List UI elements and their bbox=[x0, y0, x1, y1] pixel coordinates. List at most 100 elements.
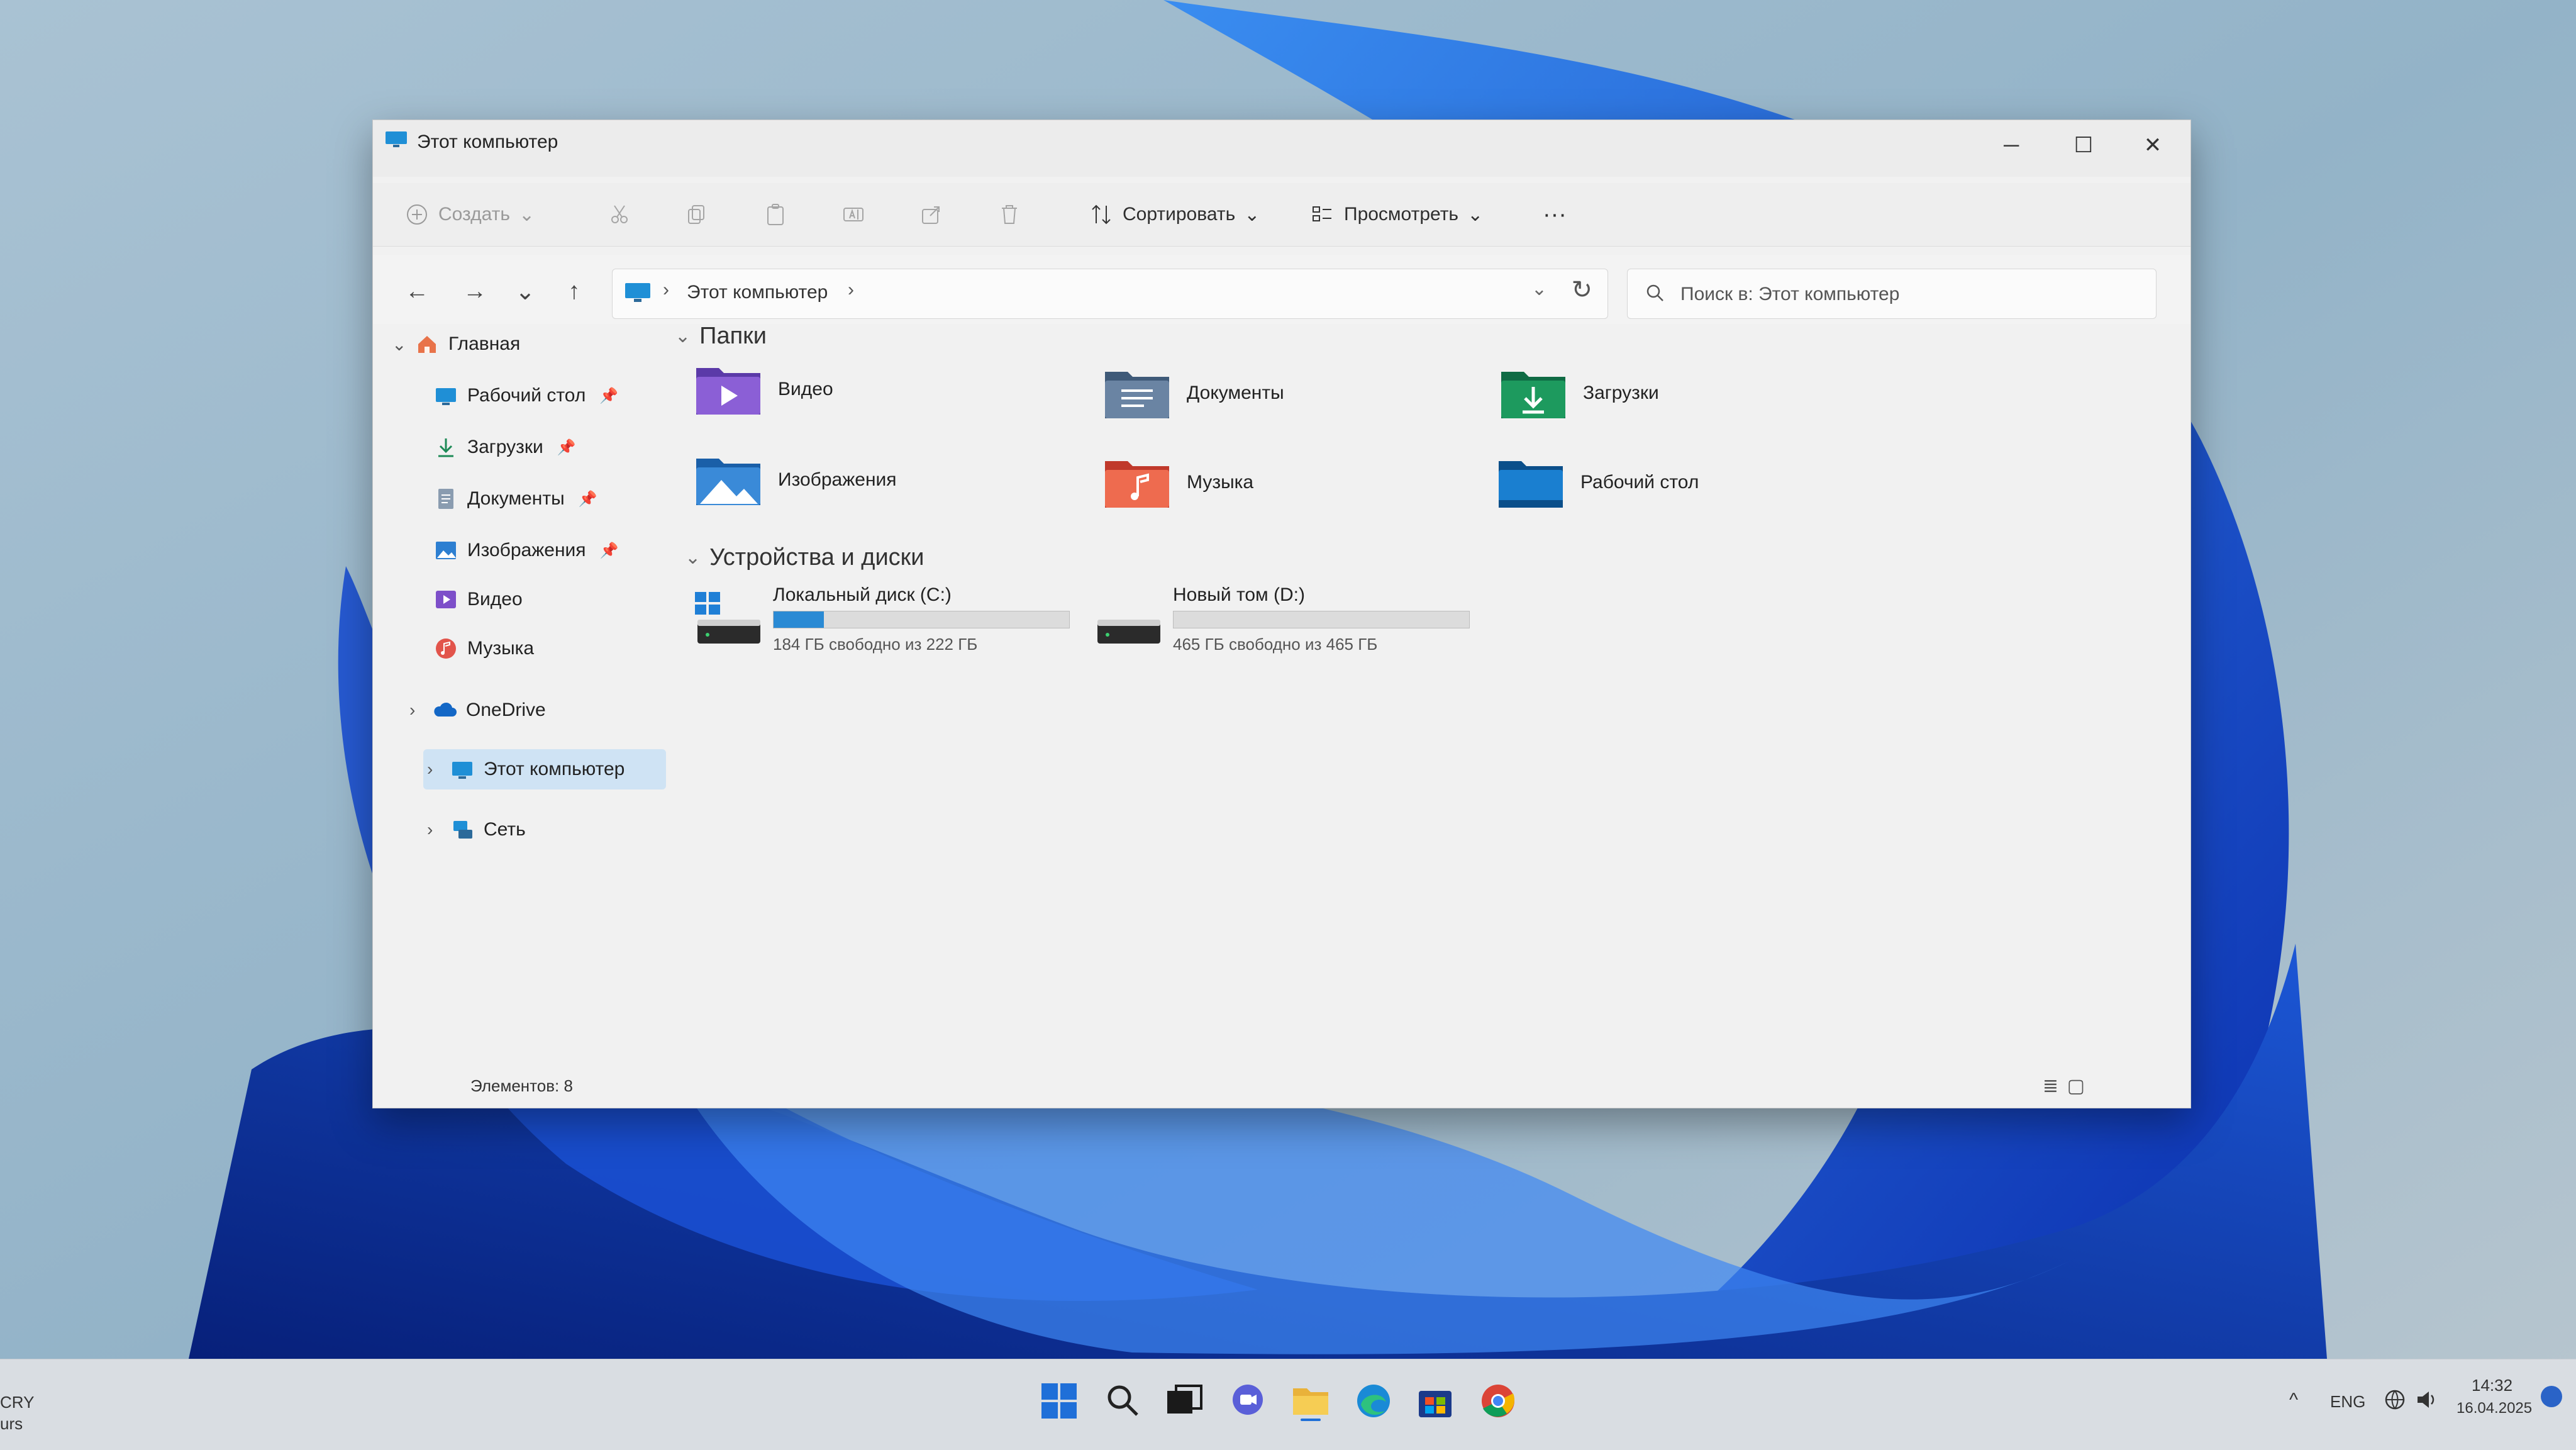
copy-icon bbox=[688, 205, 704, 224]
folder-videos[interactable]: Видео bbox=[694, 359, 833, 420]
devices-header-label: Устройства и диски bbox=[709, 544, 924, 571]
more-button[interactable]: ··· bbox=[1543, 197, 1567, 232]
breadcrumb-separator[interactable]: › bbox=[848, 279, 854, 301]
sidebar-item-videos[interactable]: Видео bbox=[433, 579, 523, 620]
sidebar-item-desktop[interactable]: Рабочий стол 📌 bbox=[433, 376, 618, 416]
sort-icon bbox=[1092, 204, 1111, 225]
back-button[interactable]: ← bbox=[399, 274, 435, 309]
breadcrumb-this-pc[interactable]: Этот компьютер bbox=[687, 282, 828, 303]
folder-music[interactable]: Музыка bbox=[1102, 452, 1253, 513]
drive-name: Новый том (D:) bbox=[1173, 584, 1305, 605]
sidebar-item-network[interactable]: › Сеть bbox=[427, 810, 526, 850]
search-box[interactable] bbox=[1627, 269, 2157, 319]
sidebar-item-documents[interactable]: Документы 📌 bbox=[433, 479, 597, 519]
folder-label: Видео bbox=[778, 379, 833, 399]
network-icon bbox=[453, 821, 472, 839]
computer-icon bbox=[452, 762, 472, 779]
pin-icon[interactable]: 📌 bbox=[557, 438, 576, 457]
search-button[interactable] bbox=[1102, 1380, 1145, 1422]
pin-icon[interactable]: 📌 bbox=[599, 387, 618, 405]
chevron-down-icon[interactable]: ⌄ bbox=[685, 547, 701, 569]
rename-button[interactable] bbox=[841, 197, 866, 232]
command-bar: Создать ⌄ Сортировать ⌄ Просмотреть ⌄ ··… bbox=[373, 183, 2190, 247]
file-explorer-taskbar-button[interactable] bbox=[1289, 1380, 1332, 1422]
corner-text-line: CRY bbox=[0, 1393, 35, 1412]
chevron-down-icon[interactable]: ⌄ bbox=[392, 334, 414, 355]
maximize-button[interactable]: ☐ bbox=[2058, 128, 2109, 163]
chevron-right-icon[interactable]: › bbox=[427, 820, 450, 840]
refresh-button[interactable]: ↻ bbox=[1571, 276, 1592, 304]
notification-icon[interactable] bbox=[2541, 1386, 2562, 1407]
drive-c[interactable]: Локальный диск (C:) 184 ГБ свободно из 2… bbox=[694, 584, 1096, 660]
up-button[interactable]: ↑ bbox=[557, 274, 592, 309]
folder-downloads[interactable]: Загрузки bbox=[1499, 363, 1659, 423]
pictures-folder-icon bbox=[696, 459, 760, 505]
details-view-button[interactable]: ≣ bbox=[2043, 1075, 2058, 1097]
delete-button[interactable] bbox=[997, 197, 1022, 232]
devices-group-header[interactable]: ⌄ Устройства и диски bbox=[685, 544, 924, 571]
minimize-button[interactable]: ─ bbox=[1986, 128, 2036, 163]
drive-d[interactable]: Новый том (D:) 465 ГБ свободно из 465 ГБ bbox=[1094, 584, 1496, 660]
view-icon bbox=[1313, 206, 1331, 221]
volume-icon[interactable] bbox=[2414, 1387, 2439, 1412]
recent-locations-button[interactable]: ⌄ bbox=[508, 274, 543, 309]
downloads-folder-icon bbox=[1501, 372, 1565, 418]
network-icon[interactable] bbox=[2382, 1387, 2407, 1412]
sidebar-item-label: Музыка bbox=[467, 638, 535, 659]
drive-free-space: 465 ГБ свободно из 465 ГБ bbox=[1173, 635, 1378, 654]
search-input[interactable] bbox=[1679, 278, 2141, 311]
paste-button[interactable] bbox=[763, 197, 788, 232]
address-history-dropdown[interactable]: ⌄ bbox=[1531, 278, 1547, 300]
start-button[interactable] bbox=[1038, 1380, 1080, 1422]
cloud-icon bbox=[434, 702, 457, 717]
sidebar-item-music[interactable]: Музыка bbox=[433, 628, 534, 669]
task-view-button[interactable] bbox=[1162, 1380, 1205, 1422]
computer-icon bbox=[625, 283, 650, 302]
music-folder-icon bbox=[1105, 461, 1169, 508]
music-icon bbox=[436, 639, 456, 659]
sidebar-item-this-pc[interactable]: › Этот компьютер bbox=[423, 749, 666, 789]
trash-icon bbox=[1002, 205, 1017, 224]
show-hidden-icons-button[interactable]: ^ bbox=[2289, 1390, 2298, 1411]
clock-time[interactable]: 14:32 bbox=[2472, 1376, 2512, 1395]
view-button[interactable]: Просмотреть ⌄ bbox=[1310, 197, 1483, 232]
sidebar-item-label: Сеть bbox=[484, 819, 526, 840]
chevron-down-icon[interactable]: ⌄ bbox=[675, 325, 691, 347]
chevron-right-icon[interactable]: › bbox=[427, 759, 450, 779]
drive-free-space: 184 ГБ свободно из 222 ГБ bbox=[773, 635, 978, 654]
chrome-browser-button[interactable] bbox=[1477, 1380, 1519, 1422]
share-button[interactable] bbox=[919, 197, 944, 232]
chevron-down-icon: ⌄ bbox=[1244, 204, 1260, 225]
view-label: Просмотреть bbox=[1344, 204, 1459, 225]
sidebar-item-label: Загрузки bbox=[467, 437, 543, 457]
scissors-icon bbox=[611, 205, 628, 223]
chat-button[interactable] bbox=[1226, 1380, 1269, 1422]
folder-label: Рабочий стол bbox=[1580, 472, 1699, 493]
sidebar-item-home[interactable]: ⌄ Главная bbox=[392, 324, 520, 364]
address-bar[interactable]: › Этот компьютер › ⌄ ↻ bbox=[612, 269, 1608, 319]
folder-documents[interactable]: Документы bbox=[1102, 363, 1284, 423]
copy-button[interactable] bbox=[685, 197, 710, 232]
title-bar[interactable]: Этот компьютер ─ ☐ ✕ bbox=[373, 120, 2190, 177]
chevron-right-icon[interactable]: › bbox=[409, 700, 432, 720]
create-button[interactable]: Создать ⌄ bbox=[404, 197, 535, 232]
sidebar-item-onedrive[interactable]: › OneDrive bbox=[409, 690, 546, 730]
corner-text-line: urs bbox=[0, 1414, 23, 1433]
folder-desktop[interactable]: Рабочий стол bbox=[1496, 452, 1699, 513]
store-button[interactable] bbox=[1414, 1380, 1457, 1422]
pin-icon[interactable]: 📌 bbox=[579, 490, 597, 508]
input-language-indicator[interactable]: ENG bbox=[2330, 1392, 2365, 1412]
tiles-view-button[interactable]: ▢ bbox=[2067, 1075, 2085, 1097]
folder-pictures[interactable]: Изображения bbox=[694, 450, 897, 510]
sidebar-item-downloads[interactable]: Загрузки 📌 bbox=[433, 427, 576, 467]
edge-browser-button[interactable] bbox=[1352, 1380, 1395, 1422]
sort-button[interactable]: Сортировать ⌄ bbox=[1089, 197, 1260, 232]
video-folder-icon bbox=[696, 368, 760, 415]
clock-date[interactable]: 16.04.2025 bbox=[2457, 1400, 2532, 1417]
forward-button[interactable]: → bbox=[457, 274, 492, 309]
cut-button[interactable] bbox=[607, 197, 632, 232]
sidebar-item-pictures[interactable]: Изображения 📌 bbox=[433, 530, 618, 571]
pin-icon[interactable]: 📌 bbox=[600, 542, 619, 560]
folders-group-header[interactable]: ⌄ Папки bbox=[675, 323, 767, 350]
close-button[interactable]: ✕ bbox=[2128, 128, 2178, 163]
